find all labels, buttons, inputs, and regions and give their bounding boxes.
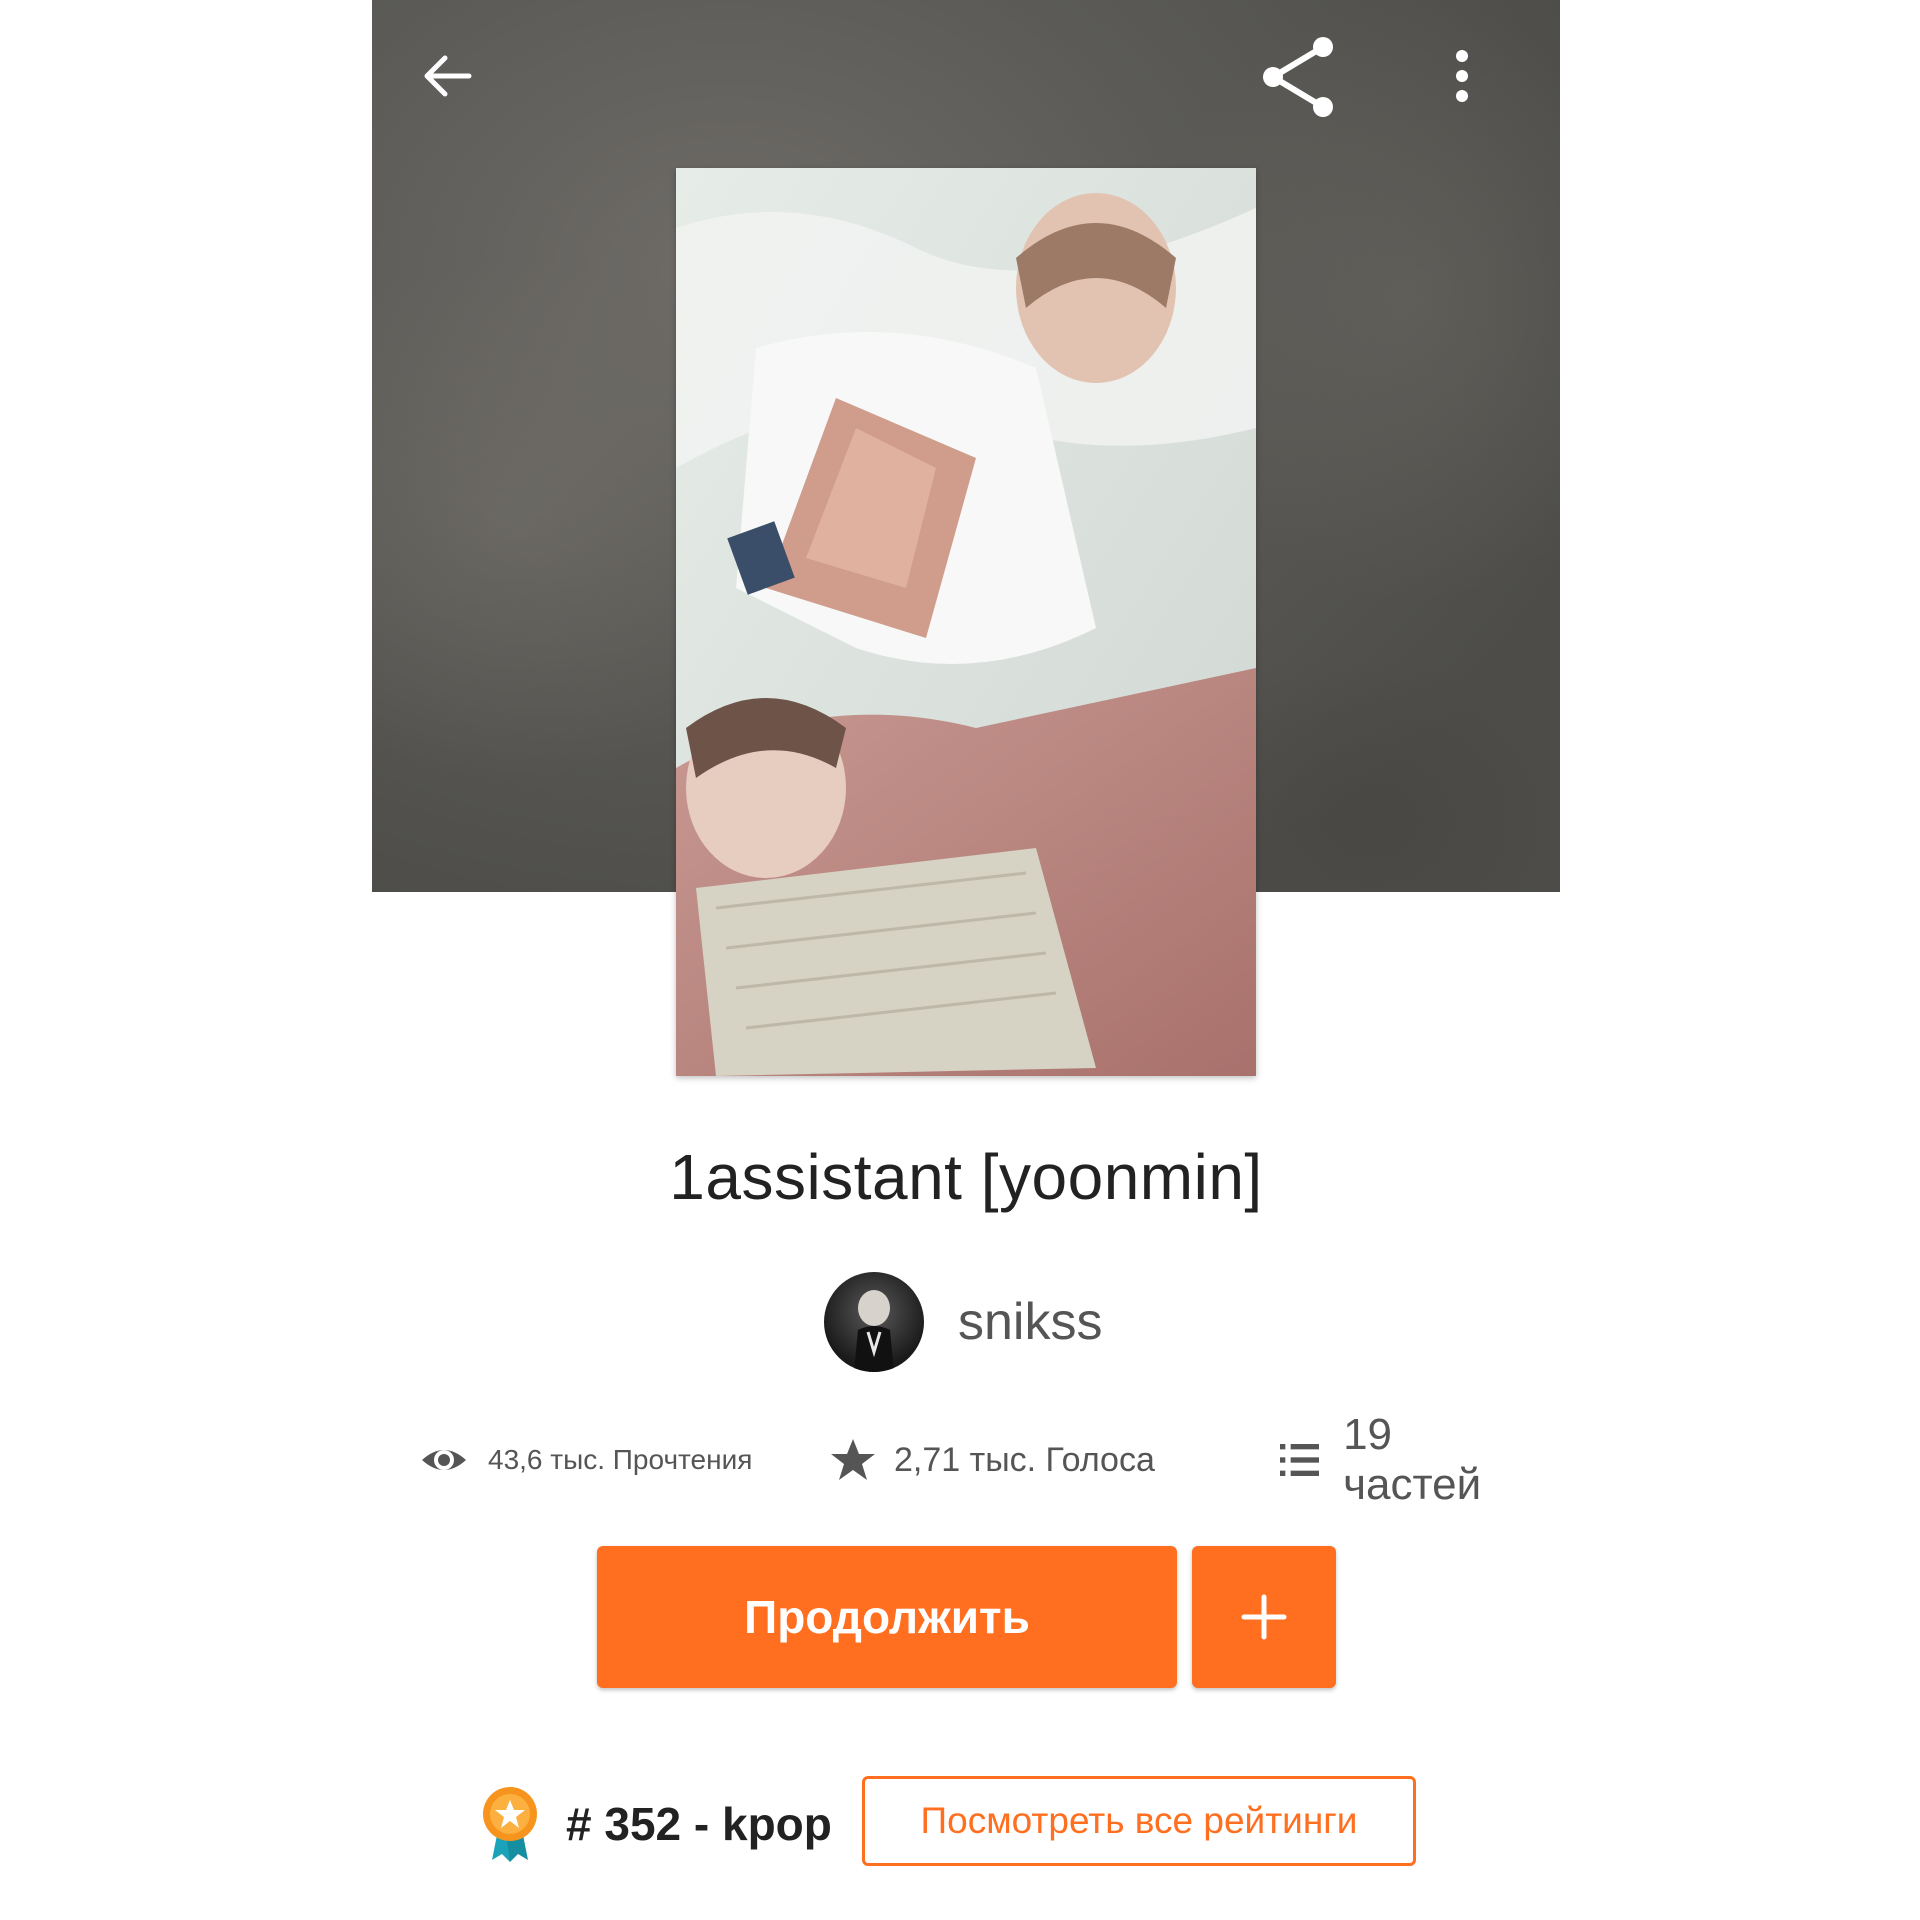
cover-artwork xyxy=(676,168,1256,1076)
rank-label: # 352 - kpop xyxy=(566,1798,832,1850)
arrow-left-icon xyxy=(424,55,472,97)
reads-count: 43,6 тыс. Прочтения xyxy=(488,1444,753,1475)
story-title: 1assistant [yoonmin] xyxy=(669,1141,1263,1213)
story-cover-image[interactable] xyxy=(676,168,1256,1076)
back-button[interactable] xyxy=(412,36,482,116)
view-all-rankings-button[interactable]: Посмотреть все рейтинги xyxy=(862,1776,1416,1866)
list-icon xyxy=(1280,1444,1320,1476)
author-avatar[interactable] xyxy=(824,1272,924,1372)
author-name[interactable]: snikss xyxy=(958,1292,1102,1352)
author-link[interactable]: snikss xyxy=(824,1272,1102,1372)
avatar-image xyxy=(854,1290,894,1372)
story-details-screen: 1assistant [yoonmin] snikss 43,6 тыс. Пр… xyxy=(372,0,1560,1920)
star-icon xyxy=(831,1439,875,1480)
share-button[interactable] xyxy=(1257,32,1341,122)
continue-reading-button[interactable]: Продолжить xyxy=(597,1546,1177,1688)
add-to-library-button[interactable] xyxy=(1192,1546,1336,1688)
plus-icon xyxy=(1241,1594,1287,1640)
votes-count: 2,71 тыс. Голоса xyxy=(894,1440,1155,1479)
parts-stat[interactable]: 19 частей xyxy=(1280,1410,1520,1509)
award-medal-icon xyxy=(483,1787,537,1862)
eye-icon xyxy=(422,1450,466,1470)
parts-count[interactable]: 19 частей xyxy=(1343,1410,1520,1510)
votes-stat: 2,71 тыс. Голоса xyxy=(830,1430,1155,1490)
more-options-button[interactable] xyxy=(1432,36,1492,116)
story-stats: 43,6 тыс. Прочтения 2,71 тыс. Голоса 19 … xyxy=(420,1410,1520,1509)
share-icon xyxy=(1263,37,1333,117)
ranking-badge: # 352 - kpop xyxy=(480,1784,832,1864)
more-vertical-icon xyxy=(1456,50,1468,102)
reads-stat: 43,6 тыс. Прочтения xyxy=(420,1430,752,1490)
